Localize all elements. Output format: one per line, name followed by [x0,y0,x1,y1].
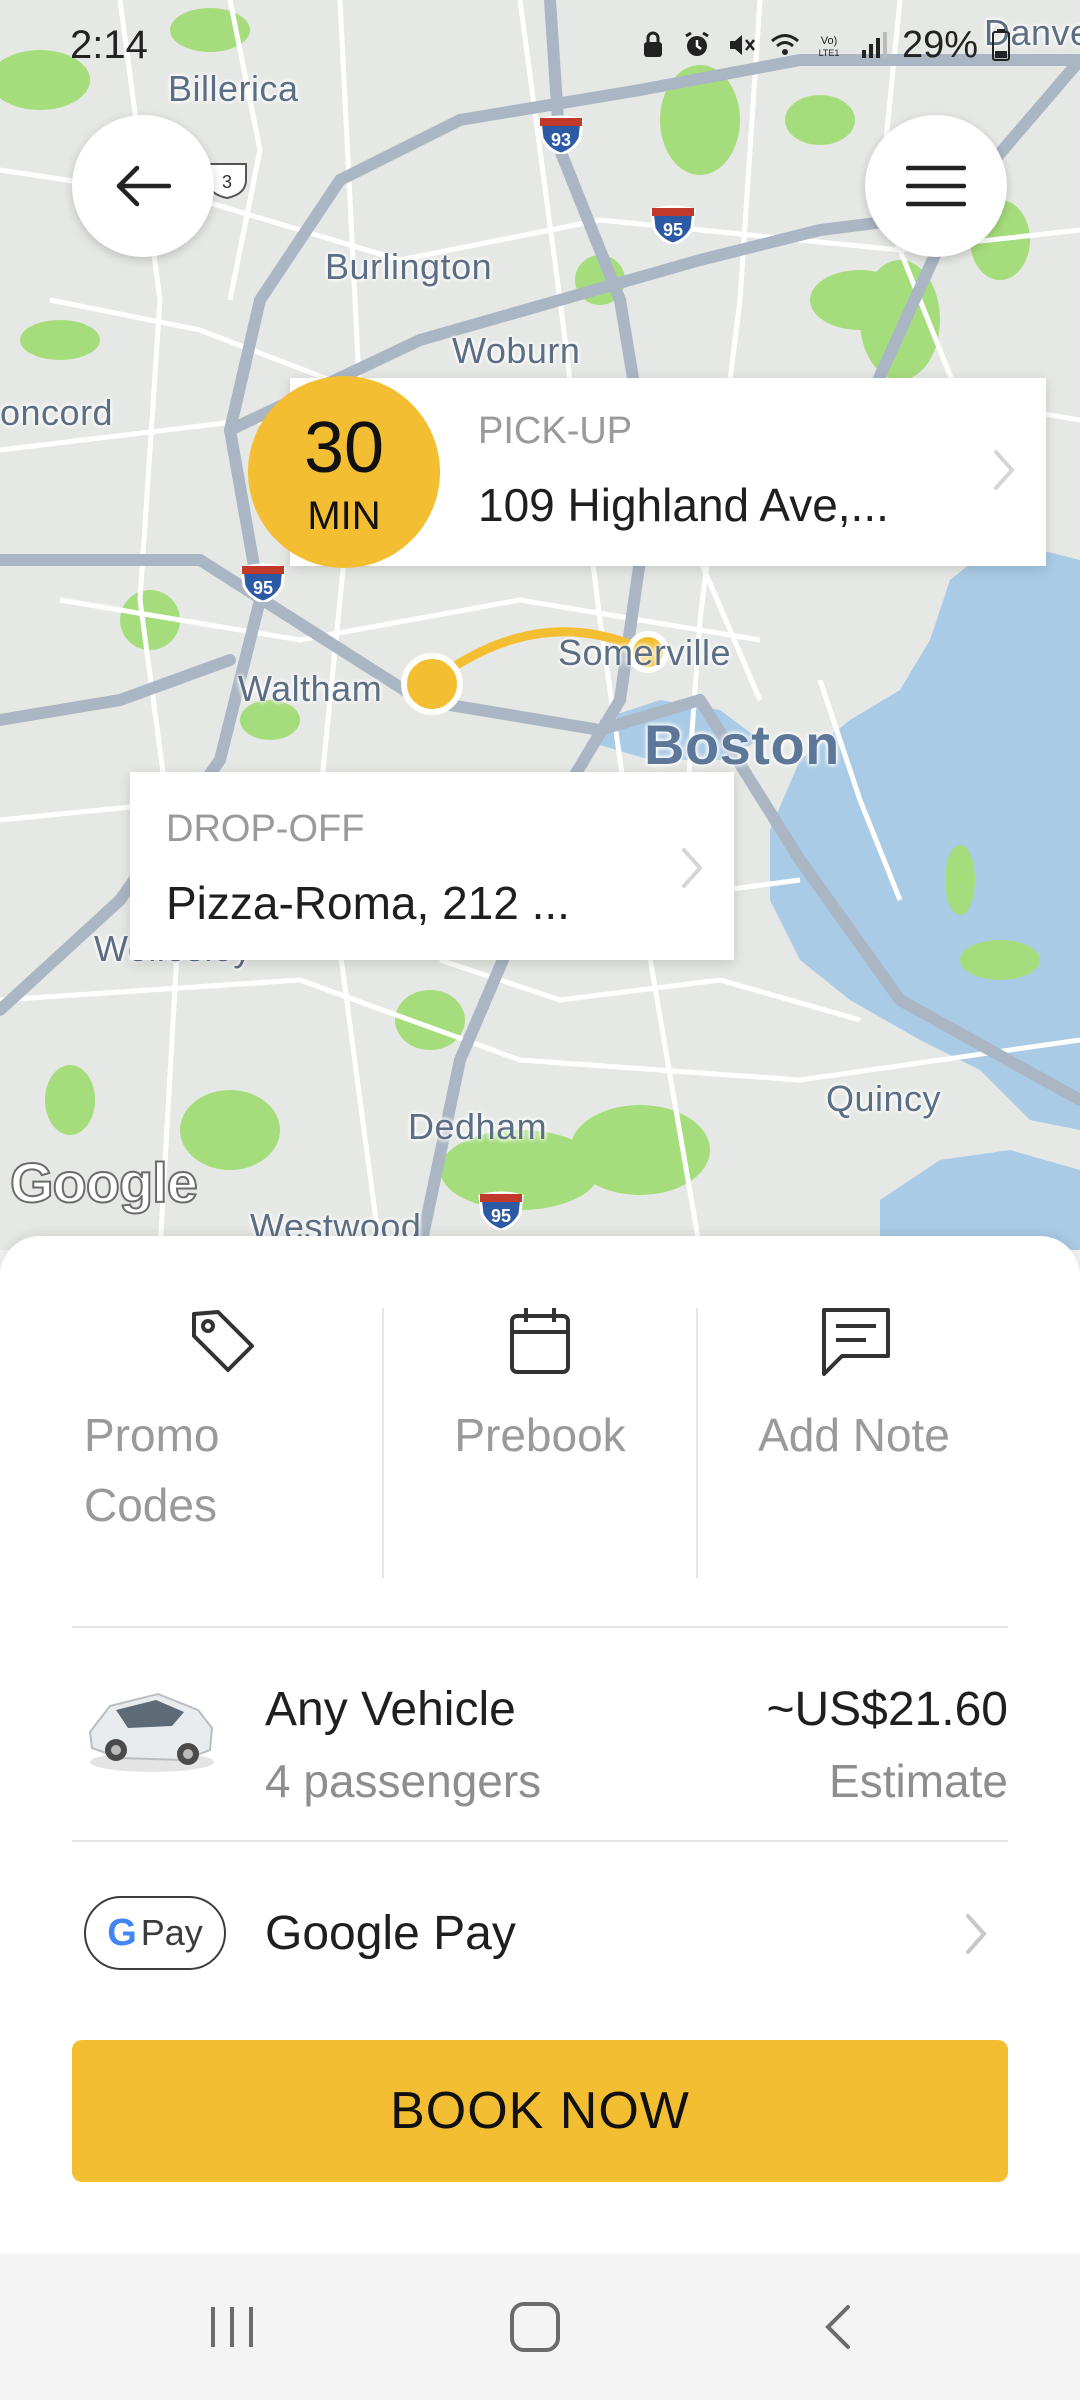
mute-icon [729,35,755,55]
map-label-waltham: Waltham [238,668,383,709]
volte-icon: Vo)LTE1 [819,35,840,58]
battery-icon [992,29,1010,61]
payment-method-selector[interactable]: G Pay Google Pay [72,1846,1008,1996]
section-divider [72,1840,1008,1842]
wifi-icon [770,34,799,55]
shield-number: 3 [222,172,232,192]
status-icons: Vo) LTE1 29% [638,24,1010,67]
arrow-left-icon [116,165,171,207]
book-now-button[interactable]: BOOK NOW [72,2040,1008,2182]
highway-shield-95-north: 95 [650,204,696,244]
alarm-icon [685,31,709,56]
highway-shield-95-west: 95 [240,562,286,602]
fare-estimate-note: Estimate [829,1755,1008,1807]
vehicle-capacity: 4 passengers [265,1755,542,1807]
dropoff-card[interactable]: DROP-OFF Pizza-Roma, 212 ... [130,772,734,960]
eta-badge: 30 MIN [248,376,440,568]
map-label-somerville: Somerville [558,632,732,673]
menu-button[interactable] [865,115,1007,257]
highway-shield-93: 93 [538,114,584,154]
lock-icon [643,31,662,57]
google-attribution-logo: Google [9,1150,199,1215]
home-button[interactable] [455,2254,615,2400]
status-bar: 2:14 Vo) LTE1 29% [0,0,1080,90]
status-time: 2:14 [70,22,148,67]
highway-shield-95-south: 95 [478,1190,524,1230]
chevron-right-icon [994,450,1015,490]
vehicle-name: Any Vehicle [265,1683,516,1736]
signal-icon [861,32,887,58]
map-label-concord: oncord [0,392,114,433]
hamburger-menu-icon [906,165,966,207]
add-note-button[interactable]: Add Note [698,1306,1010,1576]
promo-codes-label: Promo Codes [84,1409,220,1531]
pickup-label: PICK-UP [478,410,633,452]
map-label-quincy: Quincy [826,1078,942,1119]
recents-icon [211,2307,253,2347]
google-pay-logo: G Pay [84,1896,226,1970]
chevron-right-icon [682,848,703,888]
home-icon [510,2302,560,2352]
shield-number: 95 [253,578,273,598]
map-label-burlington: Burlington [325,246,493,287]
battery-percent: 29% [901,23,978,66]
chevron-left-icon [825,2305,850,2349]
svg-text:Vo): Vo) [821,35,838,47]
eta-value: 30 [303,407,385,488]
booking-sheet: Promo Codes Prebook Add Note Any Vehicle… [0,1236,1080,2254]
back-button[interactable] [72,115,214,257]
shield-number: 93 [551,130,571,150]
calendar-icon [510,1308,570,1374]
shield-number: 95 [663,220,683,240]
system-back-button[interactable] [757,2254,917,2400]
add-note-label: Add Note [758,1409,950,1461]
svg-text:LTE1: LTE1 [819,48,840,58]
dropoff-label: DROP-OFF [166,808,365,850]
dropoff-address: Pizza-Roma, 212 ... [166,877,570,929]
promo-codes-button[interactable]: Promo Codes [84,1306,374,1576]
map-label-dedham: Dedham [408,1106,548,1147]
chevron-right-icon [966,1914,987,1954]
map-label-boston: Boston [644,713,840,776]
tag-icon [192,1310,254,1372]
prebook-label: Prebook [454,1409,626,1461]
fare-price: ~US$21.60 [766,1683,1008,1736]
map-label-woburn: Woburn [452,330,581,371]
payment-method-label: Google Pay [265,1907,516,1960]
pickup-address: 109 Highland Ave,... [478,479,889,531]
google-g-icon: G [107,1911,137,1954]
eta-unit: MIN [307,493,381,538]
shield-number: 95 [491,1206,511,1226]
gpay-chip-text: Pay [140,1912,203,1953]
vehicle-selector[interactable]: Any Vehicle 4 passengers ~US$21.60 Estim… [72,1636,1008,1816]
system-nav-bar [0,2254,1080,2400]
message-icon [822,1308,890,1376]
prebook-button[interactable]: Prebook [384,1306,696,1576]
recents-button[interactable] [152,2254,312,2400]
car-image [88,1692,214,1772]
section-divider [72,1626,1008,1628]
